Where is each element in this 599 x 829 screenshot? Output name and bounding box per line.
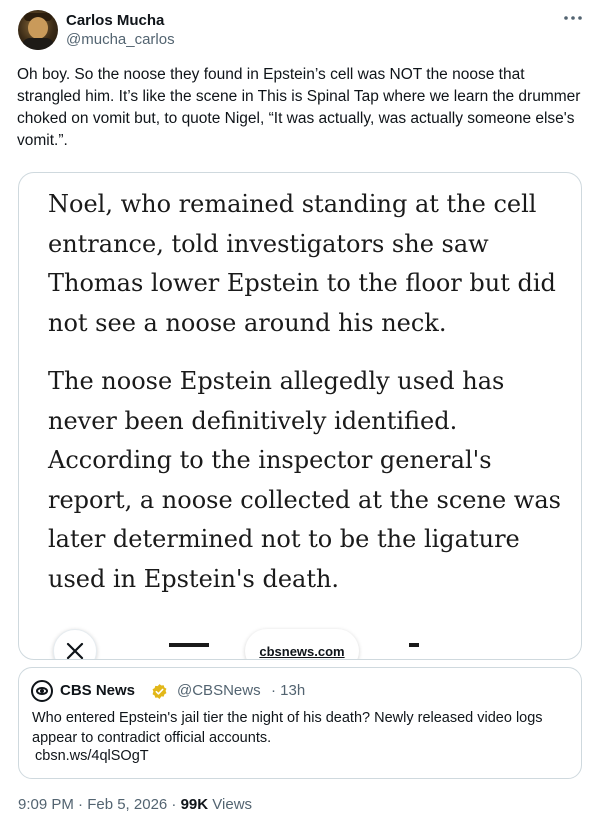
source-label: cbsnews.com bbox=[259, 643, 345, 659]
article-paragraph-1: Noel, who remained standing at the cell … bbox=[48, 190, 556, 337]
quote-author-name[interactable]: CBS News bbox=[60, 682, 135, 699]
quoted-tweet[interactable]: CBS News @CBSNews · 13h Who entered Epst… bbox=[18, 667, 582, 779]
author-handle[interactable]: @mucha_carlos bbox=[66, 31, 175, 48]
article-excerpt: Noel, who remained standing at the cell … bbox=[48, 185, 568, 618]
quote-link[interactable]: cbsn.ws/4qlSOgT bbox=[35, 748, 149, 764]
article-paragraph-2: The noose Epstein allegedly used has nev… bbox=[48, 367, 561, 593]
tweet: Carlos Mucha @mucha_carlos Oh boy. So th… bbox=[0, 0, 599, 829]
quote-text: Who entered Epstein's jail tier the nigh… bbox=[32, 710, 543, 746]
source-link[interactable]: cbsnews.com bbox=[245, 629, 359, 659]
cbs-logo-icon[interactable] bbox=[31, 680, 53, 702]
quote-timestamp[interactable]: · 13h bbox=[271, 682, 305, 699]
tweet-datetime[interactable]: 9:09 PM · Feb 5, 2026 · bbox=[18, 796, 181, 813]
verified-badge-icon bbox=[152, 684, 167, 699]
tweet-text: Oh boy. So the noose they found in Epste… bbox=[17, 66, 581, 149]
close-button[interactable] bbox=[53, 629, 97, 659]
close-icon bbox=[66, 642, 84, 659]
quote-author-handle[interactable]: @CBSNews bbox=[177, 682, 261, 699]
views-count: 99K bbox=[180, 796, 209, 813]
media-card[interactable]: Noel, who remained standing at the cell … bbox=[18, 172, 582, 660]
views-label: Views bbox=[208, 796, 253, 813]
tweet-meta: 9:09 PM · Feb 5, 2026 · 99K Views bbox=[18, 796, 252, 813]
more-horizontal-icon[interactable] bbox=[562, 10, 584, 28]
avatar[interactable] bbox=[18, 10, 58, 50]
author-display-name[interactable]: Carlos Mucha bbox=[66, 12, 164, 29]
